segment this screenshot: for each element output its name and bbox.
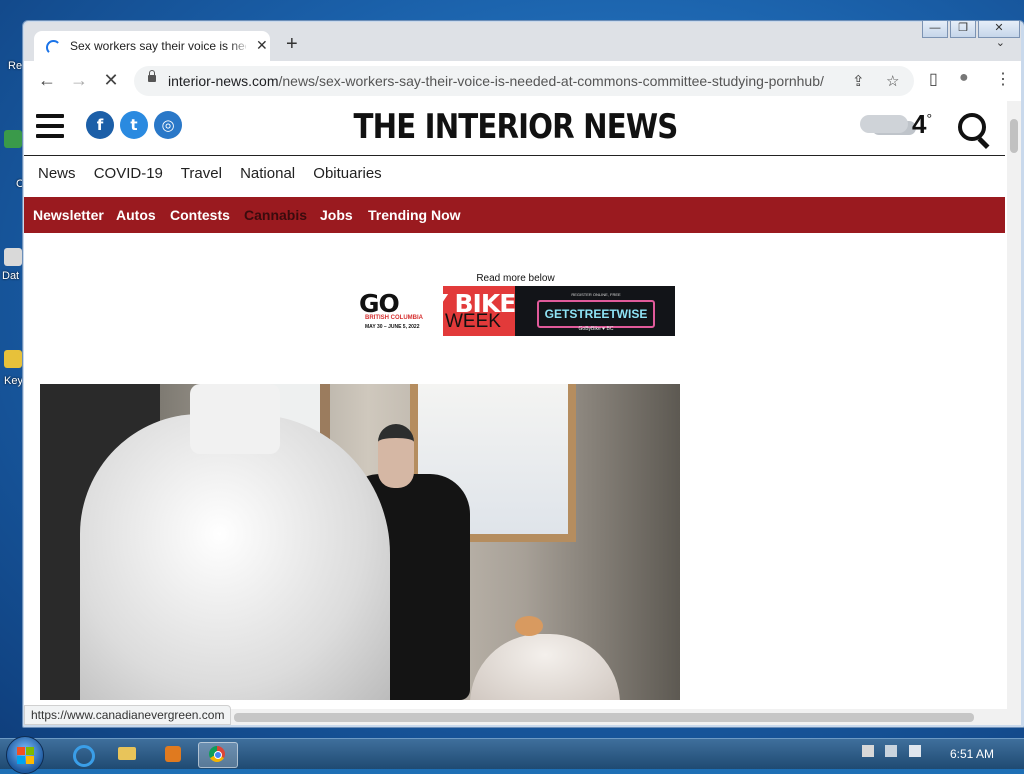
side-panel-icon[interactable]: ▯ bbox=[929, 69, 938, 89]
ad-dates-text: MAY 30 – JUNE 5, 2022 bbox=[365, 324, 420, 330]
chrome-window: Sex workers say their voice is needed at… bbox=[22, 20, 1024, 728]
restore-button[interactable]: ❐ bbox=[950, 21, 976, 38]
taskbar-clock[interactable]: 6:51 AM bbox=[950, 747, 994, 761]
forward-icon[interactable]: → bbox=[68, 70, 90, 91]
active-tab[interactable]: Sex workers say their voice is needed at… bbox=[34, 31, 270, 62]
desktop-shortcut-icon[interactable] bbox=[4, 350, 22, 368]
action-center-icon[interactable] bbox=[862, 745, 874, 757]
ad-go-text: GO bbox=[359, 289, 400, 318]
network-icon[interactable] bbox=[885, 745, 898, 757]
ad-region-text: BRITISH COLUMBIA bbox=[365, 315, 423, 321]
desktop-icon-label[interactable]: Re bbox=[8, 60, 22, 72]
address-bar[interactable]: interior-news.com/news/sex-workers-say-t… bbox=[134, 66, 914, 96]
internet-explorer-icon[interactable] bbox=[62, 742, 100, 767]
secondary-nav: Newsletter Autos Contests Cannabis Jobs … bbox=[24, 197, 1005, 233]
weather-temperature[interactable]: 4° bbox=[912, 109, 932, 140]
vertical-scroll-thumb[interactable] bbox=[1010, 119, 1018, 153]
nav-item-news[interactable]: News bbox=[38, 165, 76, 182]
url-text[interactable]: interior-news.com/news/sex-workers-say-t… bbox=[168, 73, 824, 89]
ad-sponsor-text: GoByBike ♥ BC bbox=[578, 326, 614, 332]
nav-item-covid-19[interactable]: COVID-19 bbox=[94, 165, 163, 182]
bookmark-star-icon[interactable]: ☆ bbox=[886, 72, 899, 90]
volume-icon[interactable] bbox=[908, 745, 921, 757]
stop-loading-icon[interactable]: ✕ bbox=[100, 70, 122, 91]
nav-item-obituaries[interactable]: Obituaries bbox=[313, 165, 381, 182]
nav-item-jobs[interactable]: Jobs bbox=[320, 207, 353, 223]
tab-title: Sex workers say their voice is needed at… bbox=[70, 39, 246, 53]
loading-spinner-icon bbox=[46, 40, 61, 55]
browser-toolbar: ← → ✕ interior-news.com/news/sex-workers… bbox=[24, 61, 1021, 101]
site-header: f t ◎ THE INTERIOR NEWS 4° bbox=[24, 101, 1005, 156]
share-icon[interactable]: ⇪ bbox=[852, 72, 865, 90]
tab-strip: Sex workers say their voice is needed at… bbox=[24, 22, 1021, 62]
taskbar: 6:51 AM bbox=[0, 736, 1024, 774]
file-explorer-icon[interactable] bbox=[108, 742, 146, 766]
start-button[interactable] bbox=[6, 736, 44, 774]
go-by-bike-ad-banner[interactable]: GO BY BIKE BRITISH COLUMBIA MAY 30 – JUN… bbox=[355, 286, 675, 336]
desktop-icon-label[interactable]: Key bbox=[4, 375, 23, 387]
desktop-shortcut-icon[interactable] bbox=[4, 130, 22, 148]
nav-item-travel[interactable]: Travel bbox=[181, 165, 222, 182]
nav-item-autos[interactable]: Autos bbox=[116, 207, 156, 223]
ad-week-text: WEEK bbox=[445, 311, 501, 332]
nav-item-national[interactable]: National bbox=[240, 165, 295, 182]
nav-item-cannabis[interactable]: Cannabis bbox=[244, 207, 307, 223]
page-viewport: f t ◎ THE INTERIOR NEWS 4° News COVID-19… bbox=[24, 101, 1007, 709]
hamburger-menu-icon[interactable] bbox=[36, 114, 64, 144]
vertical-scrollbar[interactable] bbox=[1007, 101, 1021, 709]
profile-icon[interactable]: ● bbox=[959, 69, 969, 87]
desktop-shortcut-icon[interactable] bbox=[4, 248, 22, 266]
nav-item-contests[interactable]: Contests bbox=[170, 207, 230, 223]
lock-icon[interactable] bbox=[148, 70, 156, 82]
media-player-icon[interactable] bbox=[154, 742, 192, 766]
new-tab-button[interactable]: + bbox=[286, 34, 298, 54]
status-url-bubble: https://www.canadianevergreen.com bbox=[24, 705, 232, 725]
primary-nav: News COVID-19 Travel National Obituaries bbox=[38, 165, 396, 182]
back-icon[interactable]: ← bbox=[36, 70, 58, 91]
cloud-weather-icon[interactable] bbox=[860, 115, 908, 133]
minimize-button[interactable]: — bbox=[922, 21, 948, 38]
chrome-menu-icon[interactable]: ⋮ bbox=[995, 69, 1011, 89]
ad-read-more-label: Read more below bbox=[476, 273, 555, 284]
close-button[interactable]: ✕ bbox=[978, 21, 1020, 38]
horizontal-scroll-thumb[interactable] bbox=[234, 713, 974, 722]
window-controls: — ❐ ✕ bbox=[920, 21, 1020, 38]
article-hero-photo[interactable] bbox=[40, 384, 680, 700]
tab-close-icon[interactable]: ✕ bbox=[256, 37, 268, 54]
nav-item-newsletter[interactable]: Newsletter bbox=[33, 207, 104, 223]
search-icon[interactable] bbox=[958, 113, 986, 141]
system-tray bbox=[862, 745, 921, 760]
ad-register-text: REGISTER ONLINE, FREE bbox=[571, 292, 621, 297]
ad-cta-text: GETSTREETWISE bbox=[537, 300, 655, 328]
nav-item-trending-now[interactable]: Trending Now bbox=[368, 207, 461, 223]
chrome-taskbar-icon[interactable] bbox=[198, 742, 238, 768]
site-logo[interactable]: THE INTERIOR NEWS bbox=[93, 107, 938, 147]
desktop-icon-label[interactable]: Dat bbox=[2, 270, 19, 282]
